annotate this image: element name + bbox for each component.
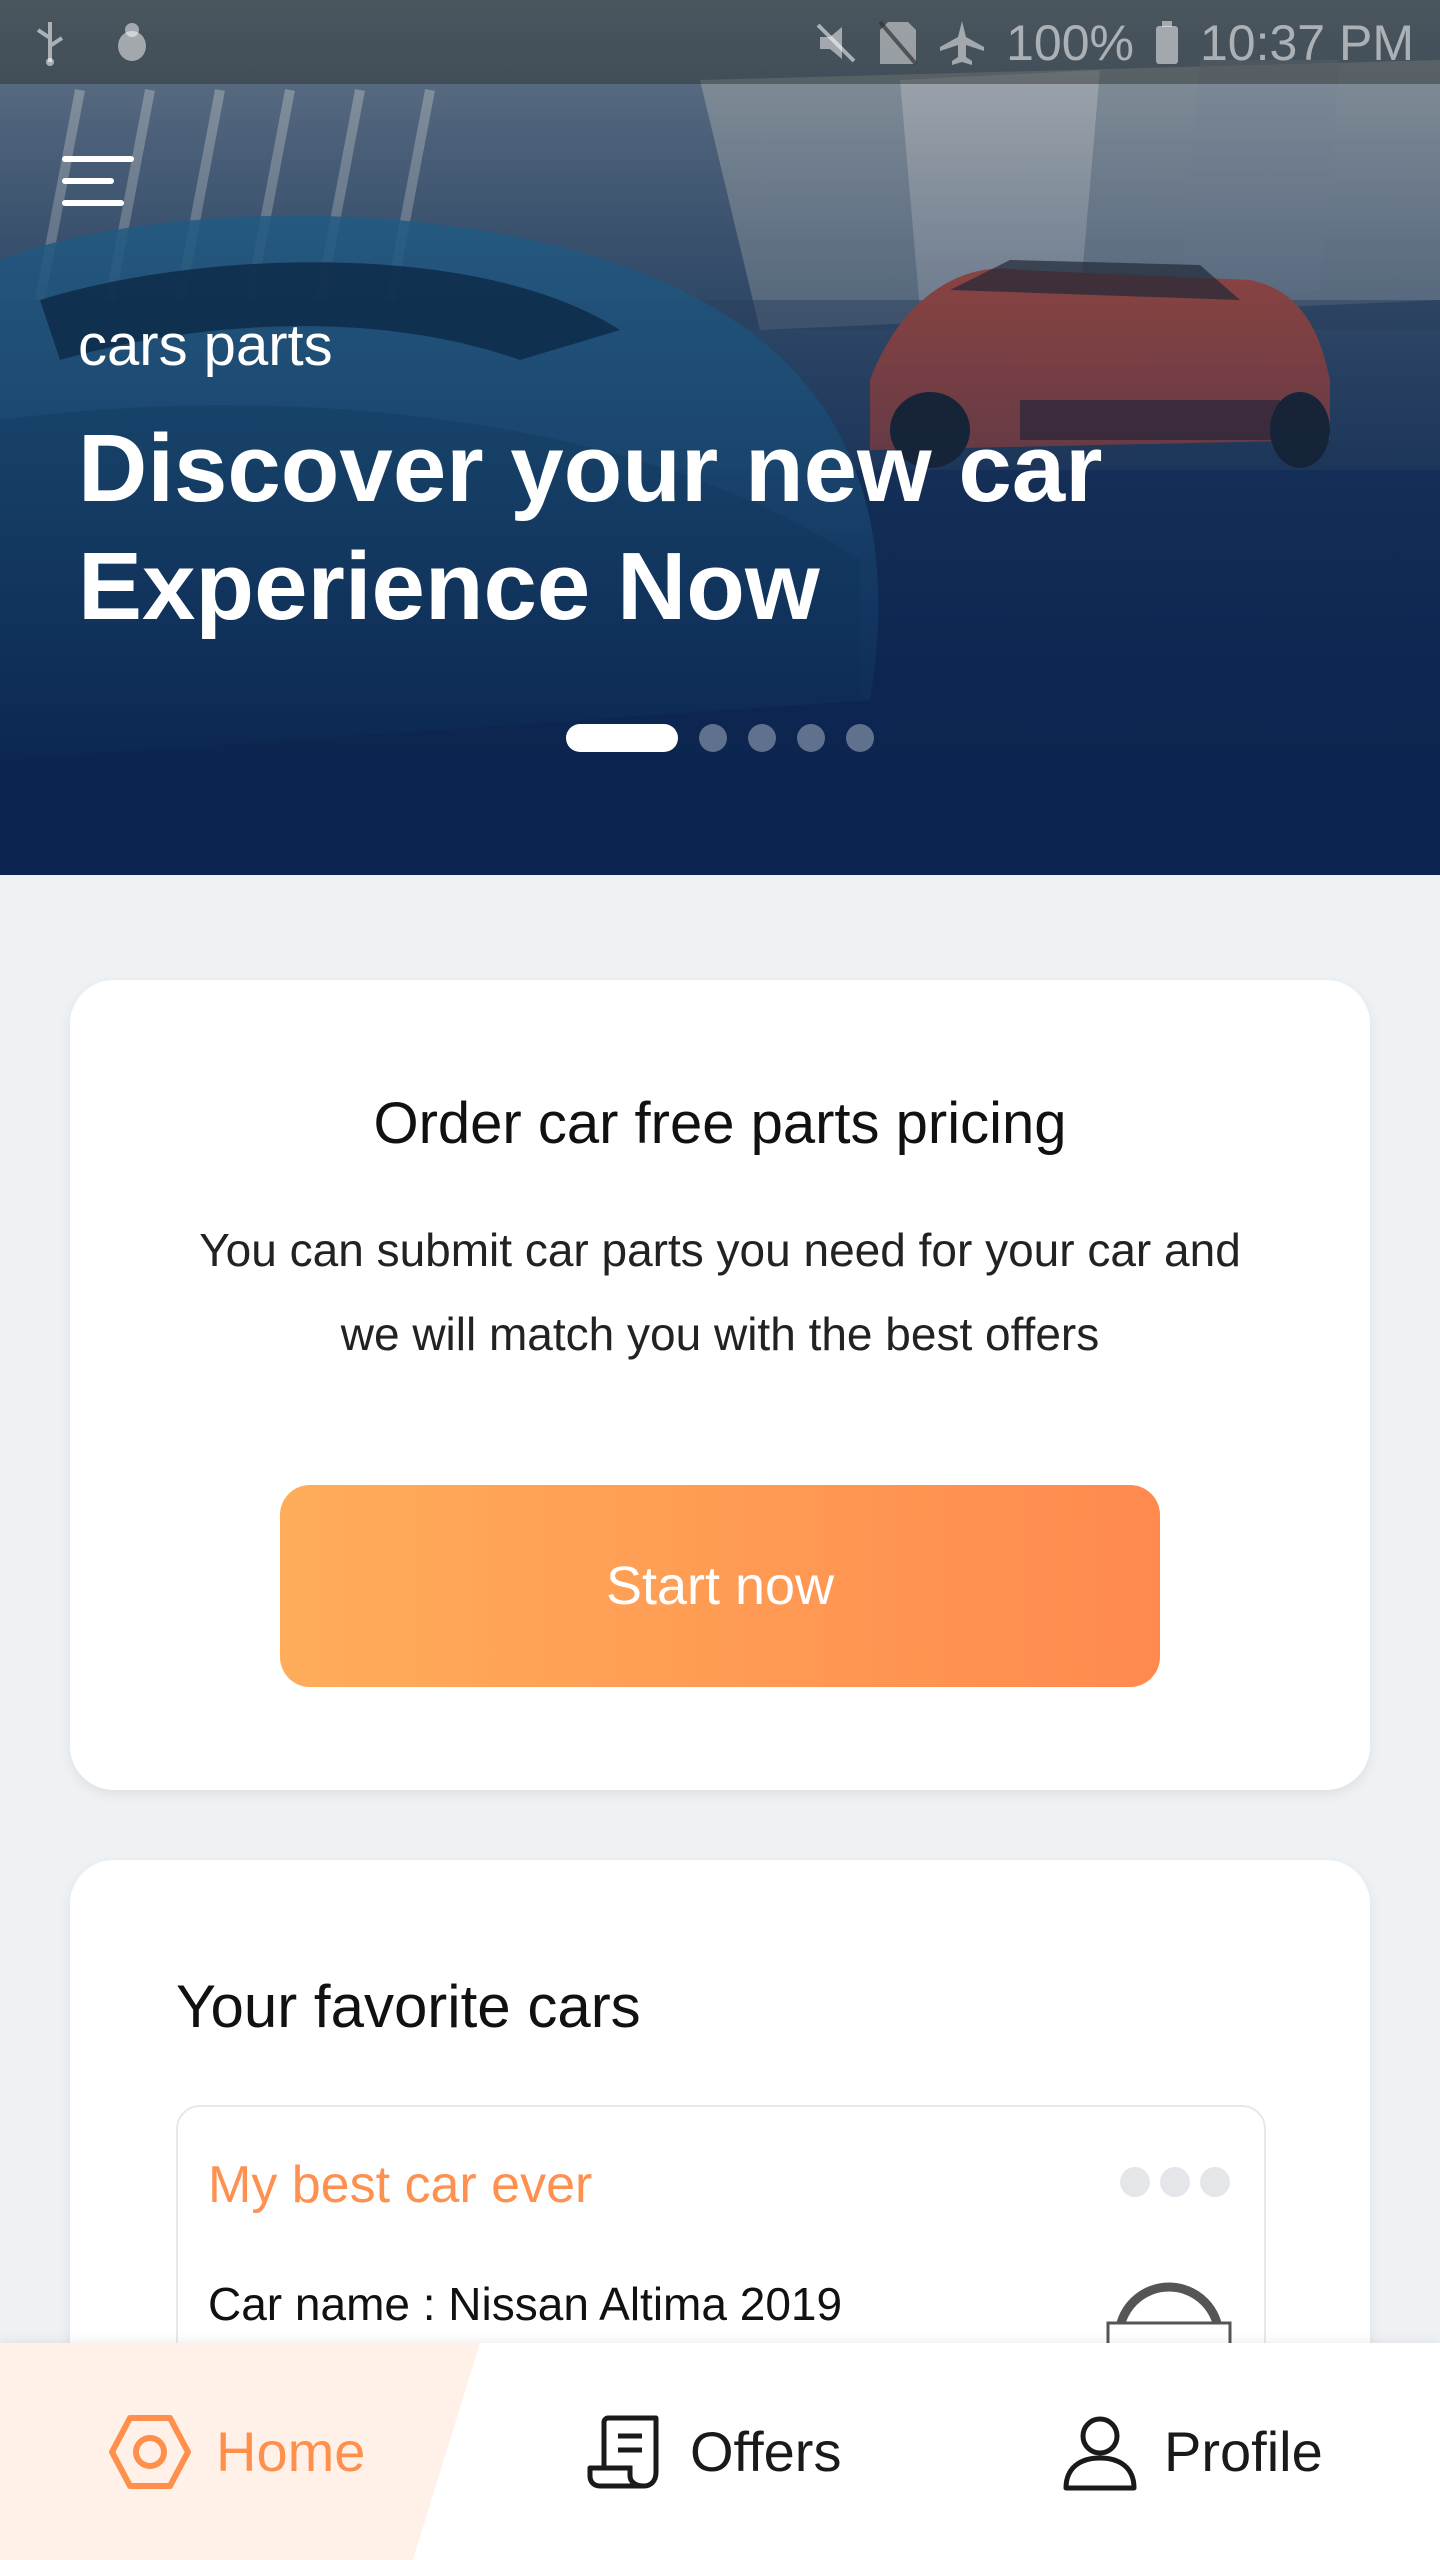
bottom-navigation: Home Offers Profile [0, 2343, 1440, 2560]
nav-offers[interactable]: Offers [586, 2343, 841, 2560]
carousel-dot-2[interactable] [699, 724, 727, 752]
order-card-title: Order car free parts pricing [373, 1091, 1067, 1156]
hero-banner: 100% 10:37 PM cars parts Discover your n… [0, 0, 1440, 875]
carousel-dot-1[interactable] [566, 724, 678, 752]
nav-home-label: Home [216, 2420, 366, 2483]
carousel-dot-3[interactable] [748, 724, 776, 752]
order-card-description: You can submit car parts you need for yo… [199, 1224, 1241, 1360]
carousel-dot-5[interactable] [846, 724, 874, 752]
nav-home[interactable]: Home [108, 2343, 365, 2560]
clock: 10:37 PM [1199, 15, 1414, 71]
debug-icon [118, 23, 146, 61]
battery-icon [1155, 21, 1178, 64]
more-options-icon[interactable] [1120, 2167, 1230, 2197]
order-parts-card: Order car free parts pricing You can sub… [70, 980, 1370, 1790]
car-name: Car name : Nissan Altima 2019 [208, 2278, 843, 2330]
hero-kicker: cars parts [78, 313, 333, 378]
airplane-icon [940, 21, 985, 65]
no-sim-icon [878, 20, 918, 66]
receipt-icon [587, 2415, 659, 2488]
usb-icon [36, 22, 64, 66]
car-nickname: My best car ever [208, 2156, 593, 2214]
nav-profile-label: Profile [1164, 2420, 1323, 2483]
nav-offers-label: Offers [690, 2420, 842, 2483]
status-bar: 100% 10:37 PM [0, 0, 1440, 84]
carousel-indicator[interactable] [566, 724, 874, 752]
carousel-dot-4[interactable] [797, 724, 825, 752]
user-icon [1063, 2416, 1137, 2490]
menu-icon[interactable] [62, 156, 134, 208]
hero-title: Discover your new car Experience Now [78, 415, 1103, 640]
home-hexagon-icon [109, 2414, 191, 2489]
favorites-title: Your favorite cars [176, 1973, 641, 2040]
battery-level: 100% [1006, 15, 1134, 71]
nav-profile[interactable]: Profile [1060, 2343, 1323, 2560]
start-now-button[interactable]: Start now [280, 1485, 1160, 1687]
mute-icon [816, 23, 856, 63]
